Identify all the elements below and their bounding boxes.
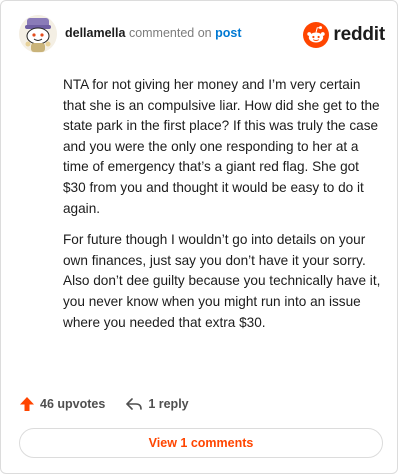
reply-icon	[126, 398, 143, 410]
comment-header: dellamella commented on post reddit	[19, 15, 385, 55]
post-link[interactable]: post	[215, 26, 241, 40]
comment-paragraph: NTA for not giving her money and I’m ver…	[63, 77, 380, 216]
reddit-brand[interactable]: reddit	[303, 20, 385, 50]
comment-actions: 46 upvotes 1 reply	[19, 393, 209, 415]
action-text: commented on	[128, 26, 212, 40]
reddit-logo-icon	[303, 22, 330, 48]
comment-byline: dellamella commented on post	[65, 26, 242, 40]
comment-card: dellamella commented on post reddit NTA …	[0, 0, 398, 474]
view-comments-button[interactable]: View 1 comments	[19, 428, 383, 458]
upvote-button[interactable]: 46 upvotes	[19, 396, 105, 412]
username-link[interactable]: dellamella	[65, 26, 125, 40]
upvote-count: 46 upvotes	[40, 397, 106, 411]
reply-count: 1 reply	[148, 397, 189, 411]
avatar[interactable]	[19, 15, 57, 53]
brand-wordmark: reddit	[333, 24, 385, 45]
comment-body: NTA for not giving her money and I’m ver…	[63, 75, 385, 344]
upvote-arrow-icon	[20, 397, 34, 411]
snoo-avatar-icon	[19, 15, 57, 53]
reply-button[interactable]: 1 reply	[125, 396, 189, 412]
comment-paragraph: For future though I wouldn’t go into det…	[63, 232, 381, 330]
